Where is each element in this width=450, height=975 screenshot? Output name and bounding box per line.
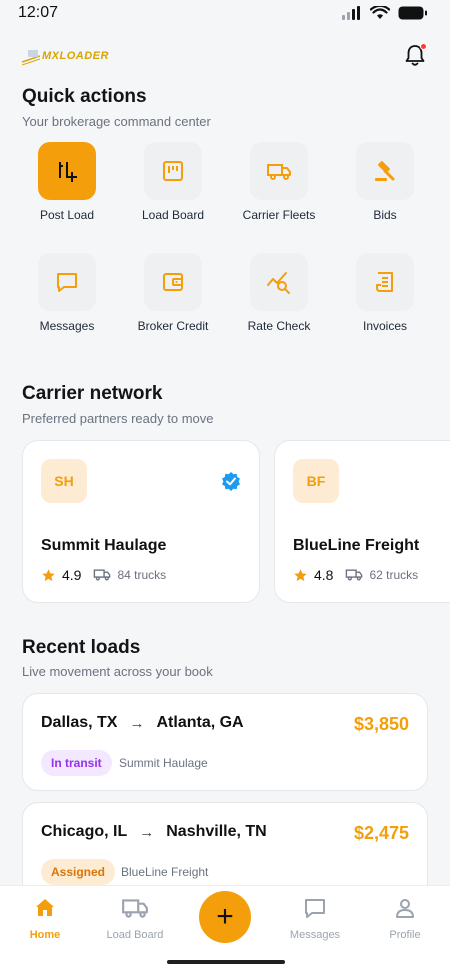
load-board-tile bbox=[144, 142, 202, 200]
star-icon bbox=[42, 568, 55, 581]
nav-label: Profile bbox=[389, 929, 421, 941]
load-carrier: BlueLine Freight bbox=[121, 865, 209, 879]
truck-icon bbox=[267, 164, 291, 180]
carrier-carousel[interactable]: SH Summit Haulage 4.9 84 trucks BF BlueL… bbox=[22, 440, 450, 605]
quick-actions-subtitle: Your brokerage command center bbox=[22, 114, 211, 129]
app-logo[interactable]: MXLOADER bbox=[22, 46, 109, 66]
quick-action-bids[interactable]: Bids bbox=[332, 142, 438, 222]
carrier-card[interactable]: SH Summit Haulage 4.9 84 trucks bbox=[22, 440, 260, 603]
app-header: MXLOADER bbox=[0, 40, 450, 76]
carrier-rating: 4.9 bbox=[62, 567, 82, 583]
notification-dot bbox=[420, 43, 427, 50]
truck-icon bbox=[122, 899, 148, 918]
quick-action-label: Broker Credit bbox=[137, 319, 209, 333]
notifications-button[interactable] bbox=[402, 42, 428, 68]
gavel-icon bbox=[375, 161, 395, 181]
cellular-signal-icon bbox=[342, 6, 360, 20]
quick-action-label: Load Board bbox=[141, 208, 205, 222]
quick-action-label: Invoices bbox=[362, 319, 408, 333]
messages-tile bbox=[38, 253, 96, 311]
quick-action-load-board[interactable]: Load Board bbox=[120, 142, 226, 222]
chat-icon bbox=[305, 899, 325, 918]
carrier-avatar: BF bbox=[293, 459, 339, 503]
carrier-truck-count: 62 trucks bbox=[369, 568, 419, 582]
star-icon bbox=[294, 568, 307, 581]
carrier-meta: 4.8 62 trucks bbox=[293, 567, 418, 583]
truck-icon bbox=[346, 569, 363, 581]
truck-icon bbox=[94, 569, 111, 581]
load-card[interactable]: Dallas, TX → Atlanta, GA $3,850 In trans… bbox=[22, 693, 428, 791]
load-price: $3,850 bbox=[353, 714, 409, 734]
invoice-icon bbox=[376, 272, 393, 292]
nav-messages[interactable]: Messages bbox=[270, 896, 360, 941]
bids-tile bbox=[356, 142, 414, 200]
carrier-network-title: Carrier network bbox=[22, 383, 163, 404]
quick-action-broker-credit[interactable]: Broker Credit bbox=[120, 253, 226, 333]
nav-label: Load Board bbox=[106, 929, 164, 941]
load-route: Dallas, TX → Atlanta, GA bbox=[41, 714, 244, 732]
rate-check-icon bbox=[267, 272, 290, 294]
home-indicator bbox=[167, 960, 285, 964]
carrier-card[interactable]: BF BlueLine Freight 4.8 62 trucks bbox=[274, 440, 450, 603]
status-icons bbox=[342, 6, 428, 20]
logo-text: MXLOADER bbox=[42, 50, 109, 62]
load-route: Chicago, IL → Nashville, TN bbox=[41, 823, 267, 841]
nav-label: Home bbox=[29, 929, 61, 941]
invoices-tile bbox=[356, 253, 414, 311]
battery-icon bbox=[398, 6, 427, 20]
nav-load-board[interactable]: Load Board bbox=[90, 896, 180, 941]
quick-action-invoices[interactable]: Invoices bbox=[332, 253, 438, 333]
carrier-name: BlueLine Freight bbox=[293, 537, 420, 554]
load-origin: Chicago, IL bbox=[41, 823, 128, 840]
quick-action-post-load[interactable]: Post Load bbox=[14, 142, 120, 222]
route-arrow: → bbox=[129, 714, 145, 732]
carrier-truck-count: 84 trucks bbox=[117, 568, 167, 582]
carrier-fleets-tile bbox=[250, 142, 308, 200]
logo-truck-icon bbox=[22, 50, 40, 66]
carrier-avatar: SH bbox=[41, 459, 87, 503]
rate-check-tile bbox=[250, 253, 308, 311]
load-destination: Nashville, TN bbox=[166, 823, 267, 840]
quick-action-messages[interactable]: Messages bbox=[14, 253, 120, 333]
post-load-tile bbox=[38, 142, 96, 200]
chat-icon bbox=[57, 273, 77, 292]
load-board-icon bbox=[163, 161, 183, 181]
status-badge: Assigned bbox=[41, 859, 116, 885]
recent-loads-subtitle: Live movement across your book bbox=[22, 664, 213, 679]
wallet-icon bbox=[163, 273, 183, 291]
route-arrow: → bbox=[139, 823, 155, 841]
status-bar: 12:07 bbox=[0, 0, 450, 28]
post-load-fab[interactable]: + bbox=[199, 891, 251, 943]
carrier-name: Summit Haulage bbox=[41, 537, 167, 554]
post-load-icon bbox=[59, 162, 77, 182]
quick-action-label: Post Load bbox=[39, 208, 95, 222]
nav-label: Messages bbox=[289, 929, 341, 941]
quick-action-label: Messages bbox=[39, 319, 95, 333]
carrier-meta: 4.9 84 trucks bbox=[41, 567, 166, 583]
nav-home[interactable]: Home bbox=[0, 896, 90, 941]
load-origin: Dallas, TX bbox=[41, 714, 118, 731]
quick-action-label: Rate Check bbox=[247, 319, 311, 333]
quick-actions-title: Quick actions bbox=[22, 86, 147, 107]
status-badge: In transit bbox=[41, 750, 112, 776]
home-icon bbox=[36, 899, 54, 916]
quick-action-rate-check[interactable]: Rate Check bbox=[226, 253, 332, 333]
carrier-network-subtitle: Preferred partners ready to move bbox=[22, 411, 214, 426]
load-price: $2,475 bbox=[353, 823, 409, 843]
plus-icon: + bbox=[216, 900, 234, 933]
load-destination: Atlanta, GA bbox=[156, 714, 244, 731]
verified-badge-icon bbox=[222, 472, 240, 491]
wifi-icon bbox=[370, 6, 390, 19]
recent-loads-title: Recent loads bbox=[22, 637, 141, 658]
quick-action-label: Bids bbox=[373, 208, 397, 222]
quick-action-label: Carrier Fleets bbox=[242, 208, 316, 222]
nav-profile[interactable]: Profile bbox=[360, 896, 450, 941]
carrier-rating: 4.8 bbox=[314, 567, 334, 583]
broker-credit-tile bbox=[144, 253, 202, 311]
quick-action-carrier-fleets[interactable]: Carrier Fleets bbox=[226, 142, 332, 222]
profile-icon bbox=[396, 899, 414, 918]
status-time: 12:07 bbox=[18, 4, 59, 21]
load-carrier: Summit Haulage bbox=[119, 756, 208, 770]
